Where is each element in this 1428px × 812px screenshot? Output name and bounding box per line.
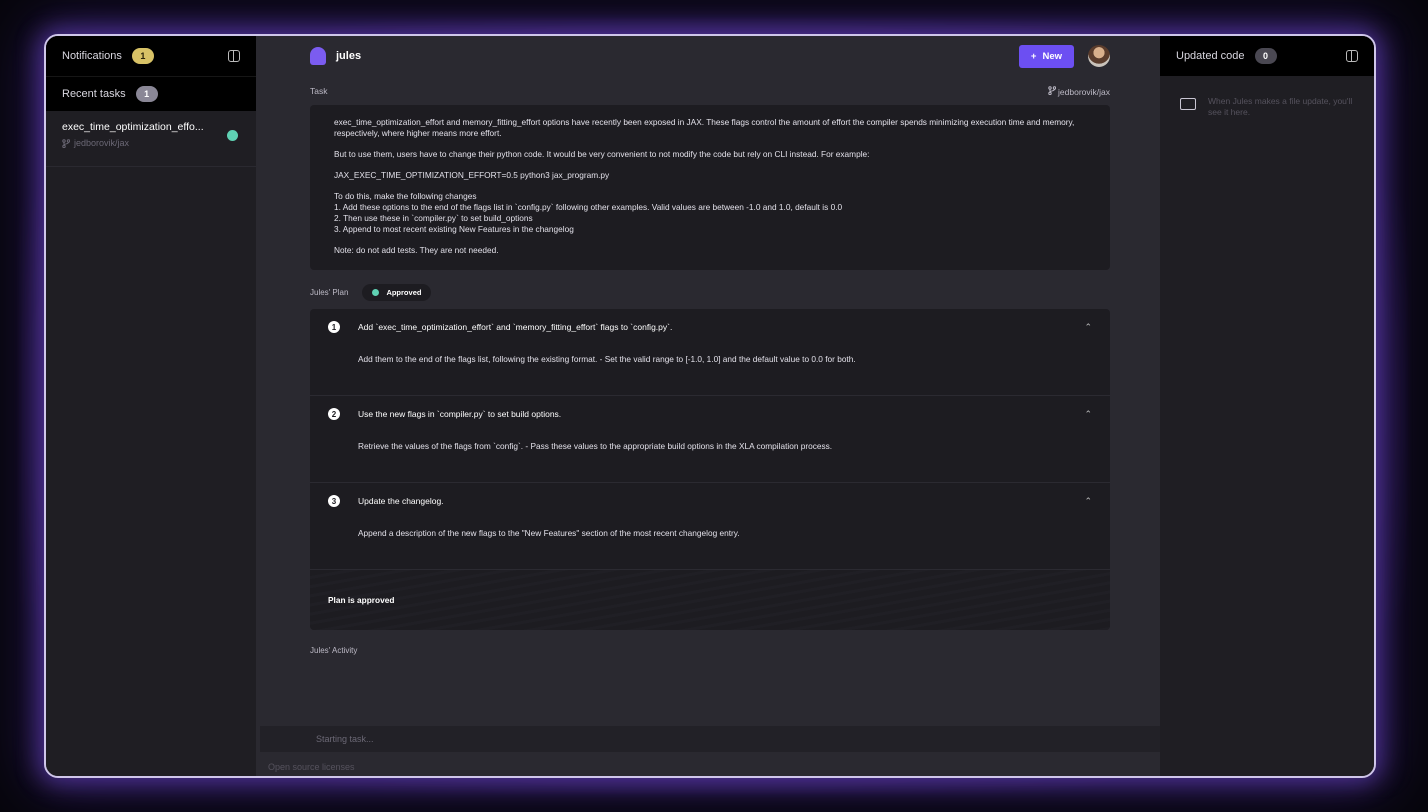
step-detail: Retrieve the values of the flags from `c…: [358, 441, 833, 451]
activity-label: Jules' Activity: [310, 646, 358, 655]
step-number: 3: [328, 495, 340, 507]
plan-step-header[interactable]: 3 Update the changelog. ⌃: [310, 483, 1110, 519]
task-example-command: JAX_EXEC_TIME_OPTIMIZATION_EFFORT=0.5 py…: [334, 170, 610, 180]
plan-card: 1 Add `exec_time_optimization_effort` an…: [310, 309, 1110, 630]
task-description-card: exec_time_optimization_effort and memory…: [310, 105, 1110, 270]
step-detail: Append a description of the new flags to…: [358, 528, 740, 538]
plan-step: 2 Use the new flags in `compiler.py` to …: [310, 396, 1110, 483]
chevron-up-icon[interactable]: ⌃: [1084, 409, 1092, 420]
plan-step-header[interactable]: 2 Use the new flags in `compiler.py` to …: [310, 396, 1110, 432]
plan-step-header[interactable]: 1 Add `exec_time_optimization_effort` an…: [310, 309, 1110, 345]
task-change-item: 2. Then use these in `compiler.py` to se…: [334, 213, 533, 223]
jules-logo-icon: [310, 47, 326, 65]
brand-name: jules: [336, 50, 362, 62]
main-content: jules + New Task jedborovik/jax exec_tim…: [260, 36, 1217, 776]
updated-code-label: Updated code: [1176, 50, 1245, 62]
task-changes-intro: To do this, make the following changes: [334, 191, 477, 201]
collapse-panel-icon[interactable]: [228, 50, 240, 62]
step-detail: Add them to the end of the flags list, f…: [358, 354, 856, 364]
task-repo-name: jedborovik/jax: [1058, 87, 1110, 97]
step-number: 2: [328, 408, 340, 420]
task-name: exec_time_optimization_effo...: [62, 121, 204, 133]
task-paragraph: But to use them, users have to change th…: [334, 149, 870, 159]
folder-icon: [1180, 98, 1196, 110]
step-title: Add `exec_time_optimization_effort` and …: [358, 322, 673, 332]
open-source-licenses-link[interactable]: Open source licenses: [268, 762, 355, 772]
top-bar: jules + New: [260, 36, 1160, 76]
plan-header: Jules' Plan Approved: [260, 284, 1160, 301]
updated-code-header[interactable]: Updated code 0: [1160, 36, 1374, 76]
status-badge: Approved: [362, 284, 432, 301]
step-title: Use the new flags in `compiler.py` to se…: [358, 409, 562, 419]
notifications-label: Notifications: [62, 50, 122, 62]
plan-label: Jules' Plan: [310, 288, 349, 297]
left-sidebar: Notifications 1 Recent tasks 1 exec_time…: [46, 36, 256, 776]
branch-icon: [62, 138, 70, 148]
task-changes: To do this, make the following changes 1…: [334, 191, 1086, 235]
new-task-label: New: [1042, 50, 1062, 62]
approved-dot-icon: [372, 289, 380, 296]
plus-icon: +: [1030, 50, 1037, 62]
empty-state: When Jules makes a file update, you'll s…: [1160, 76, 1374, 138]
plan-footer: Plan is approved: [310, 570, 1110, 630]
notifications-badge: 1: [131, 48, 154, 64]
empty-state-text: When Jules makes a file update, you'll s…: [1208, 96, 1353, 117]
task-label: Task: [310, 86, 328, 96]
updated-code-badge: 0: [1254, 48, 1277, 64]
step-number: 1: [328, 321, 340, 333]
task-header: Task jedborovik/jax: [260, 86, 1160, 97]
plan-step: 3 Update the changelog. ⌃ Append a descr…: [310, 483, 1110, 570]
recent-tasks-label: Recent tasks: [62, 88, 126, 100]
task-change-item: 3. Append to most recent existing New Fe…: [334, 224, 574, 234]
task-status-dot: [227, 130, 238, 141]
status-badge-label: Approved: [386, 288, 422, 297]
right-panel: Updated code 0 When Jules makes a file u…: [1160, 36, 1374, 776]
task-paragraph: exec_time_optimization_effort and memory…: [334, 117, 1075, 138]
plan-step: 1 Add `exec_time_optimization_effort` an…: [310, 309, 1110, 396]
collapse-panel-icon[interactable]: [1346, 50, 1358, 62]
task-change-item: 1. Add these options to the end of the f…: [334, 202, 843, 212]
task-repo-name: jedborovik/jax: [74, 138, 130, 148]
activity-status-bar: Starting task...: [260, 726, 1160, 752]
avatar[interactable]: [1088, 45, 1110, 67]
notifications-header[interactable]: Notifications 1: [46, 36, 256, 76]
new-task-button[interactable]: + New: [1018, 44, 1074, 68]
task-list-item[interactable]: exec_time_optimization_effo... jedborovi…: [46, 111, 256, 167]
task-note: Note: do not add tests. They are not nee…: [334, 245, 499, 255]
task-repo-link[interactable]: jedborovik/jax: [1047, 86, 1110, 97]
app-window: Notifications 1 Recent tasks 1 exec_time…: [44, 34, 1376, 778]
chevron-up-icon[interactable]: ⌃: [1084, 322, 1092, 333]
recent-tasks-badge: 1: [135, 86, 158, 102]
chevron-up-icon[interactable]: ⌃: [1084, 496, 1092, 507]
branch-icon: [1047, 86, 1056, 96]
step-title: Update the changelog.: [358, 496, 444, 506]
task-repo: jedborovik/jax: [62, 138, 240, 148]
recent-tasks-header[interactable]: Recent tasks 1: [46, 76, 256, 111]
